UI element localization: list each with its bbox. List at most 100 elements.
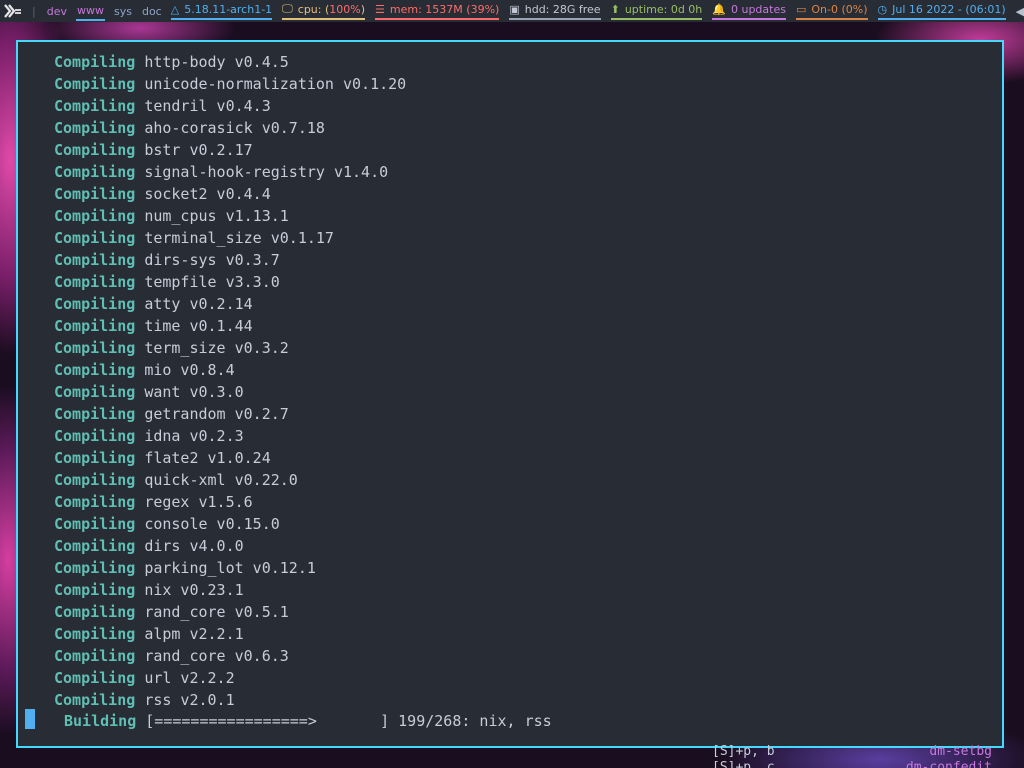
crate-name: alpm v2.2.1 [144, 625, 244, 643]
building-label: Building [64, 712, 137, 730]
battery-icon: ▭ [795, 2, 807, 16]
crate-name: want v0.3.0 [144, 383, 244, 401]
crate-name: tempfile v3.3.0 [144, 273, 280, 291]
workspace-www[interactable]: www [75, 2, 105, 21]
compile-line: Compiling socket2 v0.4.4 [54, 183, 406, 205]
progress-text: 199/268: nix, rss [398, 712, 552, 730]
compile-line: Compiling aho-corasick v0.7.18 [54, 117, 406, 139]
compile-verb: Compiling [54, 163, 136, 181]
build-progress-line: Building [=================> ] 199/268: … [64, 710, 552, 732]
terminal-window[interactable]: Compiling http-body v0.4.5 Compiling unic… [16, 40, 1004, 748]
crate-name: mio v0.8.4 [144, 361, 235, 379]
compile-line: Compiling bstr v0.2.17 [54, 139, 406, 161]
kernel-widget: △ 5.18.11-arch1-1 [170, 2, 273, 20]
crate-name: rand_core v0.6.3 [144, 647, 289, 665]
compile-line: Compiling getrandom v0.2.7 [54, 403, 406, 425]
compile-verb: Compiling [54, 559, 136, 577]
speaker-icon[interactable]: ◀ [1016, 5, 1024, 18]
compile-verb: Compiling [54, 603, 136, 621]
terminal-cursor [25, 709, 35, 729]
terminal-output: Compiling http-body v0.4.5 Compiling unic… [54, 51, 406, 711]
compile-line: Compiling num_cpus v1.13.1 [54, 205, 406, 227]
cpu-value: 100% [329, 2, 361, 16]
compile-line: Compiling want v0.3.0 [54, 381, 406, 403]
compile-line: Compiling url v2.2.2 [54, 667, 406, 689]
compile-line: Compiling tendril v0.4.3 [54, 95, 406, 117]
disk-widget: ▣ hdd: 28G free [509, 3, 601, 20]
compile-line: Compiling mio v0.8.4 [54, 359, 406, 381]
crate-name: regex v1.5.6 [144, 493, 253, 511]
compile-verb: Compiling [54, 295, 136, 313]
penguin-icon: △ [170, 2, 180, 16]
crate-name: quick-xml v0.22.0 [144, 471, 298, 489]
keybind-command: dm-setbg [929, 744, 992, 759]
compile-line: Compiling regex v1.5.6 [54, 491, 406, 513]
clock-text: Jul 16 2022 - (06:01) [892, 2, 1006, 16]
keybind-key: [S]+p, b [712, 744, 775, 759]
compile-line: Compiling dirs-sys v0.3.7 [54, 249, 406, 271]
workspace-sys[interactable]: sys [113, 3, 133, 20]
crate-name: nix v0.23.1 [144, 581, 244, 599]
compile-line: Compiling time v0.1.44 [54, 315, 406, 337]
compile-line: Compiling terminal_size v0.1.17 [54, 227, 406, 249]
status-bar: | dev www sys doc △ 5.18.11-arch1-1 🖵 cp… [0, 0, 1024, 22]
workspace-doc[interactable]: doc [141, 3, 163, 20]
crate-name: tendril v0.4.3 [144, 97, 271, 115]
keybind-row: [S]+p, b dm-setbg [712, 744, 992, 760]
keybind-command: dm-confedit [905, 760, 992, 768]
compile-line: Compiling rss v2.0.1 [54, 689, 406, 711]
compile-line: Compiling signal-hook-registry v1.4.0 [54, 161, 406, 183]
compile-verb: Compiling [54, 119, 136, 137]
compile-verb: Compiling [54, 515, 136, 533]
keybind-row: [S]+p, c dm-confedit [712, 760, 992, 768]
crate-name: signal-hook-registry v1.4.0 [144, 163, 389, 181]
compile-line: Compiling flate2 v1.0.24 [54, 447, 406, 469]
compile-verb: Compiling [54, 317, 136, 335]
compile-line: Compiling term_size v0.3.2 [54, 337, 406, 359]
crate-name: terminal_size v0.1.17 [144, 229, 334, 247]
compile-line: Compiling http-body v0.4.5 [54, 51, 406, 73]
keybind-key: [S]+p, c [712, 760, 775, 768]
cpu-close: ) [360, 2, 366, 16]
crate-name: dirs v4.0.0 [144, 537, 244, 555]
compile-verb: Compiling [54, 273, 136, 291]
crate-name: bstr v0.2.17 [144, 141, 253, 159]
crate-name: url v2.2.2 [144, 669, 235, 687]
updates-text: 0 updates [730, 2, 786, 16]
crate-name: rss v2.0.1 [144, 691, 235, 709]
compile-verb: Compiling [54, 537, 136, 555]
compile-verb: Compiling [54, 53, 136, 71]
compile-verb: Compiling [54, 185, 136, 203]
crate-name: http-body v0.4.5 [144, 53, 289, 71]
crate-name: parking_lot v0.12.1 [144, 559, 316, 577]
cpu-label: cpu: ( [297, 2, 330, 16]
compile-verb: Compiling [54, 625, 136, 643]
compile-line: Compiling rand_core v0.5.1 [54, 601, 406, 623]
uptime-text: uptime: 0d 0h [624, 2, 703, 16]
compile-line: Compiling parking_lot v0.12.1 [54, 557, 406, 579]
compile-line: Compiling tempfile v3.3.0 [54, 271, 406, 293]
crate-name: socket2 v0.4.4 [144, 185, 271, 203]
compile-verb: Compiling [54, 251, 136, 269]
clock-icon: ◷ [877, 2, 888, 16]
crate-name: num_cpus v1.13.1 [144, 207, 289, 225]
clock-widget[interactable]: ◷ Jul 16 2022 - (06:01) [877, 2, 1006, 20]
compile-line: Compiling quick-xml v0.22.0 [54, 469, 406, 491]
compile-line: Compiling atty v0.2.14 [54, 293, 406, 315]
crate-name: dirs-sys v0.3.7 [144, 251, 280, 269]
compile-verb: Compiling [54, 229, 136, 247]
crate-name: rand_core v0.5.1 [144, 603, 289, 621]
compile-verb: Compiling [54, 383, 136, 401]
xmonad-logo-icon[interactable] [4, 0, 22, 22]
updates-widget[interactable]: 🔔 0 updates [712, 3, 786, 20]
battery-text: On-0 (0%) [811, 2, 868, 16]
crate-name: unicode-normalization v0.1.20 [144, 75, 407, 93]
memory-text: mem: 1537M (39%) [389, 2, 500, 16]
compile-verb: Compiling [54, 493, 136, 511]
compile-verb: Compiling [54, 405, 136, 423]
compile-verb: Compiling [54, 449, 136, 467]
workspace-dev[interactable]: dev [46, 3, 68, 20]
crate-name: getrandom v0.2.7 [144, 405, 289, 423]
monitor-icon: 🖵 [282, 2, 293, 15]
compile-line: Compiling alpm v2.2.1 [54, 623, 406, 645]
